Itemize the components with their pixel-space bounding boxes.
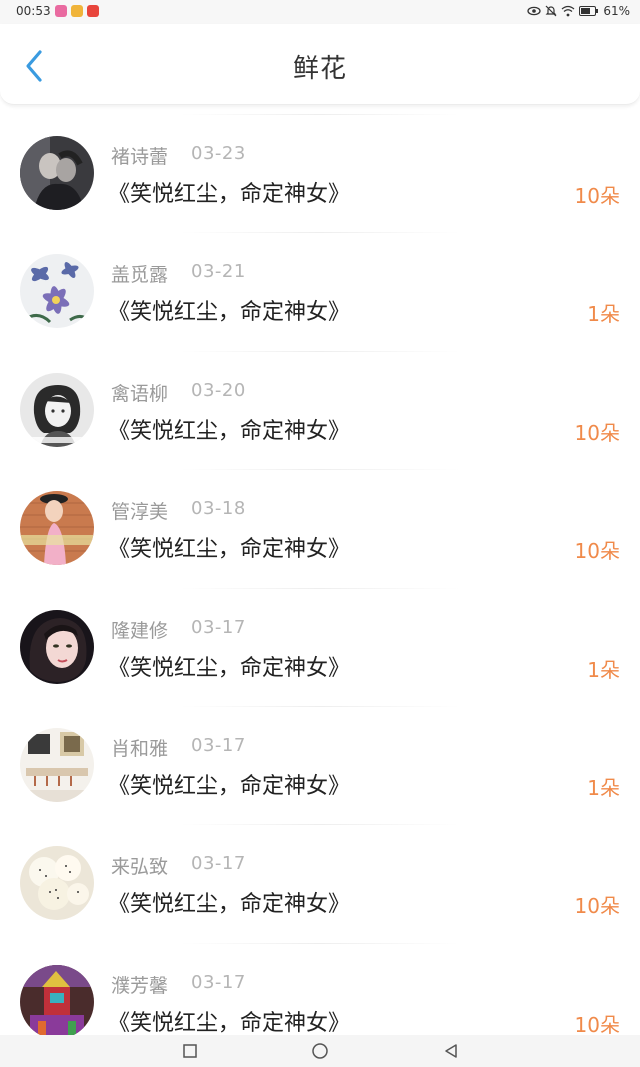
divider: [180, 587, 460, 589]
avatar[interactable]: [20, 846, 94, 921]
divider: [180, 469, 460, 471]
book-title: 《笑悦红尘，命定神女》: [108, 182, 351, 207]
book-title: 《笑悦红尘，命定神女》: [108, 300, 351, 326]
flower-count: 1朵: [587, 302, 620, 327]
list-item[interactable]: 褚诗蕾 03-23 《笑悦红尘，命定神女》 10朵: [0, 114, 640, 232]
divider: [180, 824, 460, 826]
divider: [180, 350, 460, 352]
book-title: 《笑悦红尘，命定神女》: [108, 773, 351, 799]
nav-bar: [0, 1035, 640, 1067]
gift-date: 03-21: [191, 261, 246, 283]
divider: [180, 942, 460, 944]
status-time: 00:53: [16, 4, 51, 18]
app-icon-yellow: [70, 5, 83, 17]
gift-date: 03-23: [191, 143, 246, 164]
divider: [180, 232, 460, 234]
flower-count: 10朵: [574, 1012, 620, 1037]
screen: 00:53 61% 鲜花 褚诗蕾 03-23 《笑悦红尘，命定神女》 10朵 盖…: [0, 0, 640, 1067]
avatar[interactable]: [20, 609, 94, 684]
list-item[interactable]: 隆建修 03-17 《笑悦红尘，命定神女》 1朵: [0, 587, 640, 706]
gift-date: 03-17: [191, 734, 246, 756]
back-nav-button[interactable]: [441, 1041, 461, 1061]
book-title: 《笑悦红尘，命定神女》: [108, 655, 351, 681]
divider: [180, 114, 460, 115]
back-triangle-icon: [441, 1044, 461, 1065]
flower-count: 10朵: [574, 184, 620, 208]
list-item[interactable]: 盖觅露 03-21 《笑悦红尘，命定神女》 1朵: [0, 232, 640, 350]
divider: [180, 705, 460, 707]
flower-count: 10朵: [574, 420, 620, 445]
wifi-icon: [561, 5, 575, 17]
avatar[interactable]: [20, 136, 94, 210]
gift-list: 褚诗蕾 03-23 《笑悦红尘，命定神女》 10朵 盖觅露 03-21 《笑悦红…: [0, 114, 640, 1061]
status-left: 00:53: [16, 4, 99, 18]
header: 鲜花: [0, 24, 640, 105]
status-bar: 00:53 61%: [0, 0, 640, 24]
user-name: 隆建修: [111, 619, 169, 642]
gift-date: 03-17: [191, 971, 246, 993]
book-title: 《笑悦红尘，命定神女》: [108, 418, 351, 444]
book-title: 《笑悦红尘，命定神女》: [108, 892, 351, 918]
flower-count: 10朵: [574, 539, 620, 564]
avatar[interactable]: [20, 491, 94, 566]
eye-icon: [527, 5, 541, 17]
list-item[interactable]: 肖和雅 03-17 《笑悦红尘，命定神女》 1朵: [0, 705, 640, 824]
avatar[interactable]: [20, 964, 94, 1039]
gift-date: 03-17: [191, 853, 246, 875]
list-item[interactable]: 来弘致 03-17 《笑悦红尘，命定神女》 10朵: [0, 824, 640, 942]
user-name: 濮芳馨: [111, 974, 169, 997]
list-item[interactable]: 禽语柳 03-20 《笑悦红尘，命定神女》 10朵: [0, 350, 640, 469]
home-button[interactable]: [310, 1041, 330, 1061]
app-icon-red: [86, 5, 99, 17]
recents-square-icon: [180, 1044, 200, 1065]
avatar[interactable]: [20, 372, 94, 447]
list-item[interactable]: 管淳美 03-18 《笑悦红尘，命定神女》 10朵: [0, 469, 640, 587]
flower-count: 1朵: [587, 657, 620, 682]
mute-bell-icon: [545, 5, 557, 17]
home-circle-icon: [310, 1043, 330, 1065]
user-name: 盖觅露: [111, 264, 169, 287]
user-name: 来弘致: [111, 856, 169, 879]
avatar[interactable]: [20, 727, 94, 802]
avatar[interactable]: [20, 254, 94, 329]
gift-date: 03-20: [191, 379, 246, 401]
user-name: 禽语柳: [111, 382, 169, 405]
user-name: 管淳美: [111, 501, 169, 524]
flower-count: 1朵: [587, 775, 620, 800]
book-title: 《笑悦红尘，命定神女》: [108, 1010, 351, 1036]
app-icon-pink: [54, 5, 67, 17]
recents-button[interactable]: [180, 1041, 200, 1061]
battery-percent: 61%: [603, 4, 630, 18]
book-title: 《笑悦红尘，命定神女》: [108, 537, 351, 563]
battery-icon: [579, 5, 599, 17]
user-name: 肖和雅: [111, 737, 169, 760]
user-name: 褚诗蕾: [111, 146, 169, 168]
gift-date: 03-17: [191, 616, 246, 638]
status-right: 61%: [527, 4, 630, 18]
gift-date: 03-18: [191, 498, 246, 520]
page-title: 鲜花: [292, 54, 347, 84]
flower-count: 10朵: [574, 894, 620, 919]
